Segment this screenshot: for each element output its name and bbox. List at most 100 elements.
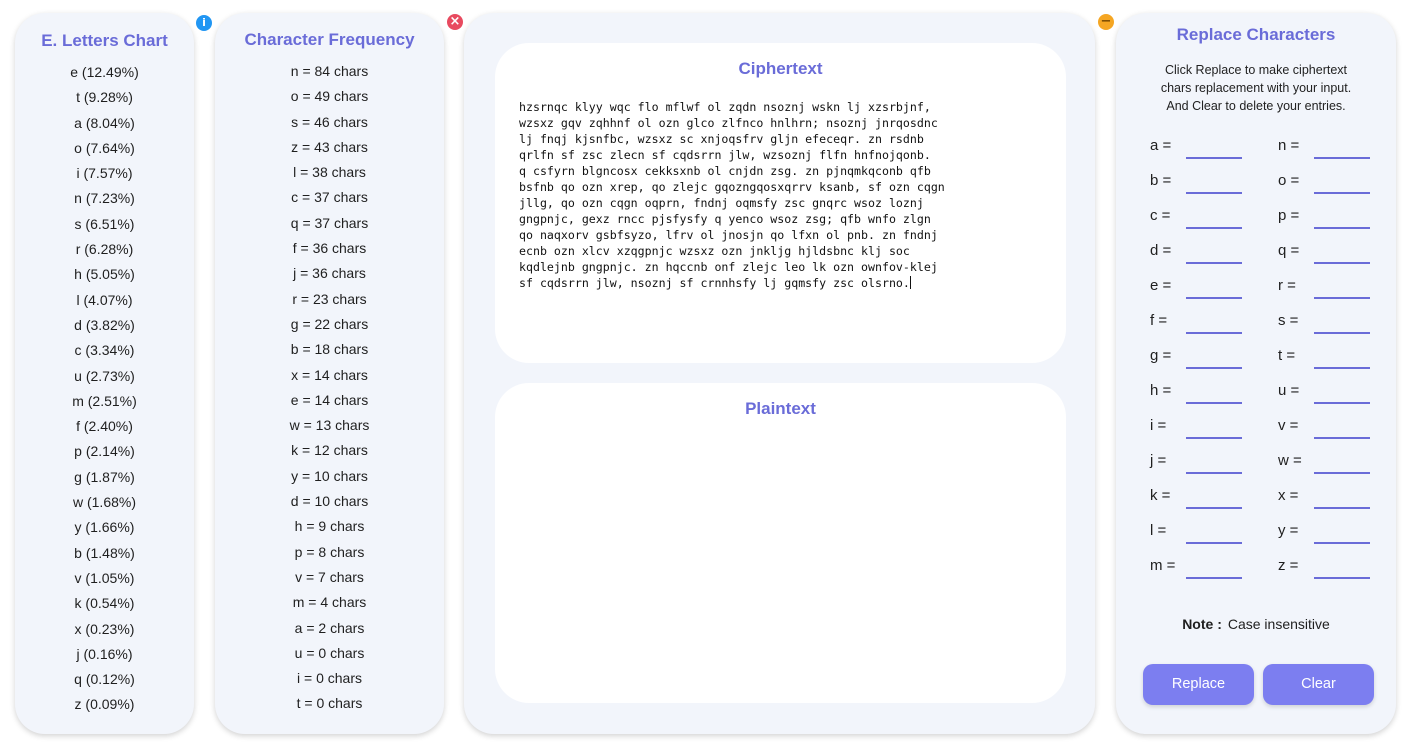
letter-frequency-item: q (0.12%)	[74, 671, 135, 688]
replace-button[interactable]: Replace	[1143, 664, 1254, 705]
replace-input[interactable]	[1186, 417, 1242, 439]
replace-input[interactable]	[1186, 312, 1242, 334]
character-frequency-panel: Character Frequency n = 84 chars o = 49 c…	[215, 13, 444, 734]
letter-frequency-item: u (2.73%)	[74, 367, 135, 384]
char-frequency-item: i = 0 chars	[297, 670, 362, 687]
letter-frequency-item: g (1.87%)	[74, 468, 135, 485]
char-frequency-item: y = 10 chars	[291, 467, 368, 484]
letters-chart-panel: E. Letters Chart e (12.49%) t (9.28%) a (8…	[15, 13, 194, 734]
char-frequency-item: k = 12 chars	[291, 442, 368, 459]
frequency-list: n = 84 chars o = 49 chars s = 46 chars z = …	[215, 59, 444, 717]
replace-letter-label: w =	[1278, 452, 1302, 469]
replace-letter-label: j =	[1150, 452, 1167, 469]
replace-letter-label: y =	[1278, 522, 1299, 539]
letters-list: e (12.49%) t (9.28%) a (8.04%) o (7.64%) i (…	[15, 60, 194, 718]
replace-input[interactable]	[1314, 452, 1370, 474]
plaintext-card[interactable]: Plaintext	[495, 383, 1066, 703]
note-text: Case insensitive	[1227, 616, 1330, 632]
replace-input[interactable]	[1314, 487, 1370, 509]
letter-frequency-item: f (2.40%)	[76, 418, 133, 435]
replace-letter-label: q =	[1278, 242, 1300, 259]
ciphertext-area[interactable]: hzsrnqc klyy wqc flo mflwf ol zqdn nsozn…	[519, 99, 1019, 291]
plaintext-title: Plaintext	[745, 399, 816, 418]
letter-frequency-item: s (6.51%)	[74, 215, 135, 232]
letter-frequency-item: c (3.34%)	[74, 342, 135, 359]
letter-frequency-item: y (1.66%)	[74, 519, 135, 536]
char-frequency-item: d = 10 chars	[290, 493, 369, 510]
replace-input[interactable]	[1186, 137, 1242, 159]
clear-button[interactable]: Clear	[1263, 664, 1374, 705]
char-frequency-item: z = 43 chars	[291, 138, 368, 155]
replace-input[interactable]	[1314, 207, 1370, 229]
replace-input[interactable]	[1186, 557, 1242, 579]
ciphertext-card[interactable]: Ciphertext hzsrnqc klyy wqc flo mflwf ol…	[495, 43, 1066, 363]
ciphertext-content: hzsrnqc klyy wqc flo mflwf ol zqdn nsozn…	[519, 100, 945, 290]
replace-characters-panel: Replace Characters Click Replace to make…	[1116, 13, 1396, 734]
replace-input[interactable]	[1314, 382, 1370, 404]
info-icon[interactable]: i	[196, 15, 212, 31]
char-frequency-item: w = 13 chars	[289, 417, 370, 434]
letter-frequency-item: j (0.16%)	[76, 645, 133, 662]
letter-frequency-item: r (6.28%)	[75, 241, 134, 258]
char-frequency-item: g = 22 chars	[290, 315, 369, 332]
replace-input[interactable]	[1314, 417, 1370, 439]
replace-letter-label: z =	[1278, 557, 1299, 574]
description-line: chars replacement with your input.	[1160, 81, 1352, 95]
replace-input[interactable]	[1186, 452, 1242, 474]
char-frequency-item: p = 8 chars	[294, 543, 365, 560]
char-frequency-item: f = 36 chars	[292, 240, 367, 257]
letter-frequency-item: b (1.48%)	[74, 544, 135, 561]
character-frequency-title: Character Frequency	[244, 30, 415, 49]
letter-frequency-item: w (1.68%)	[72, 494, 137, 511]
replace-input[interactable]	[1186, 487, 1242, 509]
replace-letter-label: f =	[1150, 312, 1168, 329]
replace-letter-label: m =	[1150, 557, 1176, 574]
replace-description: Click Replace to make ciphertext chars r…	[1116, 61, 1396, 115]
letter-frequency-item: l (4.07%)	[76, 291, 133, 308]
replace-letter-label: h =	[1150, 382, 1172, 399]
char-frequency-item: s = 46 chars	[291, 113, 368, 130]
replace-input[interactable]	[1314, 172, 1370, 194]
replace-letter-label: a =	[1150, 137, 1172, 154]
replace-letter-label: p =	[1278, 207, 1300, 224]
replace-input[interactable]	[1186, 347, 1242, 369]
text-cursor	[909, 276, 911, 289]
letter-frequency-item: x (0.23%)	[74, 620, 135, 637]
replace-letter-label: d =	[1150, 242, 1172, 259]
text-panel: Ciphertext hzsrnqc klyy wqc flo mflwf ol…	[464, 13, 1095, 734]
replace-letter-label: b =	[1150, 172, 1172, 189]
char-frequency-item: q = 37 chars	[290, 214, 369, 231]
minimize-icon[interactable]: −	[1098, 14, 1114, 30]
letter-frequency-item: o (7.64%)	[74, 139, 135, 156]
letter-frequency-item: t (9.28%)	[76, 89, 133, 106]
char-frequency-item: v = 7 chars	[295, 568, 364, 585]
replace-letter-label: k =	[1150, 487, 1171, 504]
replace-input[interactable]	[1186, 277, 1242, 299]
replace-input[interactable]	[1314, 312, 1370, 334]
close-icon[interactable]: ×	[447, 14, 463, 30]
char-frequency-item: o = 49 chars	[290, 88, 369, 105]
replace-input[interactable]	[1314, 347, 1370, 369]
char-frequency-item: j = 36 chars	[293, 265, 366, 282]
replace-input[interactable]	[1314, 242, 1370, 264]
replace-input[interactable]	[1314, 137, 1370, 159]
note: Note : Case insensitive	[1116, 616, 1396, 632]
replace-input[interactable]	[1186, 522, 1242, 544]
replace-input[interactable]	[1186, 172, 1242, 194]
note-label: Note :	[1182, 616, 1222, 632]
replace-input[interactable]	[1186, 382, 1242, 404]
letter-frequency-item: k (0.54%)	[74, 595, 135, 612]
replace-input[interactable]	[1314, 557, 1370, 579]
replace-letter-label: e =	[1150, 277, 1172, 294]
char-frequency-item: l = 38 chars	[293, 164, 366, 181]
char-frequency-item: r = 23 chars	[292, 290, 367, 307]
replace-letter-label: s =	[1278, 312, 1299, 329]
ciphertext-title: Ciphertext	[738, 59, 823, 78]
description-line: Click Replace to make ciphertext	[1164, 63, 1348, 77]
replace-input[interactable]	[1186, 242, 1242, 264]
replace-input[interactable]	[1314, 522, 1370, 544]
letter-frequency-item: e (12.49%)	[70, 64, 139, 80]
replace-input[interactable]	[1186, 207, 1242, 229]
letters-chart-title: E. Letters Chart	[41, 31, 168, 50]
replace-input[interactable]	[1314, 277, 1370, 299]
